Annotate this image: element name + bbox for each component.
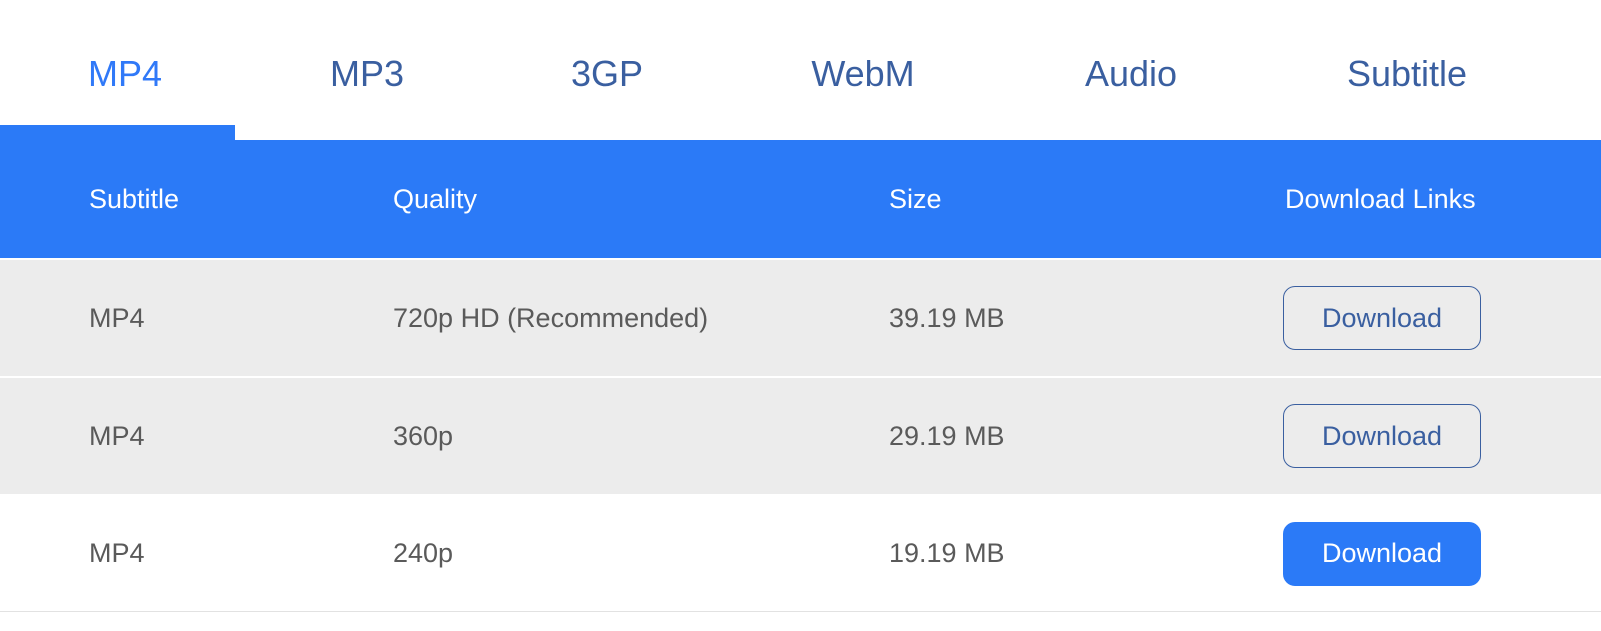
- tab-webm[interactable]: WebM: [738, 48, 988, 100]
- tab-audio[interactable]: Audio: [1006, 48, 1256, 100]
- download-button[interactable]: Download: [1283, 404, 1481, 468]
- cell-size: 29.19 MB: [889, 420, 1005, 451]
- tab-mp3[interactable]: MP3: [242, 48, 492, 100]
- table-header-row: Subtitle Quality Size Download Links: [0, 140, 1601, 258]
- cell-size: 19.19 MB: [889, 538, 1005, 568]
- tab-label: Audio: [1084, 53, 1178, 94]
- table-row: MP4 360p 29.19 MB Download: [0, 376, 1601, 494]
- cell-quality: 720p HD (Recommended): [393, 302, 709, 333]
- active-tab-indicator: [0, 125, 235, 141]
- cell-quality: 240p: [393, 538, 454, 568]
- format-tabbar: MP4 MP3 3GP WebM Audio Subtitle: [0, 0, 1601, 141]
- tab-label: MP4: [87, 53, 163, 94]
- table-row: MP4 240p 19.19 MB Download: [0, 494, 1601, 612]
- tab-subtitle[interactable]: Subtitle: [1282, 48, 1532, 100]
- cell-quality: 360p: [393, 420, 454, 451]
- cell-download-action: Download: [1283, 521, 1481, 586]
- column-header-download-links: Download Links: [1285, 183, 1476, 214]
- column-header-subtitle: Subtitle: [89, 183, 180, 214]
- tab-label: MP3: [329, 53, 405, 94]
- download-button[interactable]: Download: [1283, 521, 1481, 586]
- cell-size: 39.19 MB: [889, 302, 1005, 333]
- cell-subtitle: MP4: [89, 538, 145, 568]
- tab-label: Subtitle: [1346, 53, 1468, 94]
- download-options-panel: MP4 MP3 3GP WebM Audio Subtitle Subtitle…: [0, 0, 1601, 631]
- cell-subtitle: MP4: [89, 302, 145, 333]
- table-row: MP4 720p HD (Recommended) 39.19 MB Downl…: [0, 258, 1601, 376]
- tab-label: WebM: [811, 53, 915, 94]
- download-button-label: Download: [1321, 420, 1443, 451]
- cell-download-action: Download: [1283, 286, 1481, 350]
- tab-3gp[interactable]: 3GP: [482, 48, 732, 100]
- download-button-label: Download: [1321, 538, 1443, 568]
- downloads-table: Subtitle Quality Size Download Links MP4…: [0, 140, 1601, 612]
- tab-mp4[interactable]: MP4: [0, 48, 250, 100]
- download-button[interactable]: Download: [1283, 286, 1481, 350]
- column-header-quality: Quality: [393, 183, 478, 214]
- column-header-size: Size: [889, 183, 942, 214]
- cell-subtitle: MP4: [89, 420, 145, 451]
- download-button-label: Download: [1321, 302, 1443, 333]
- cell-download-action: Download: [1283, 404, 1481, 468]
- tab-label: 3GP: [570, 53, 644, 94]
